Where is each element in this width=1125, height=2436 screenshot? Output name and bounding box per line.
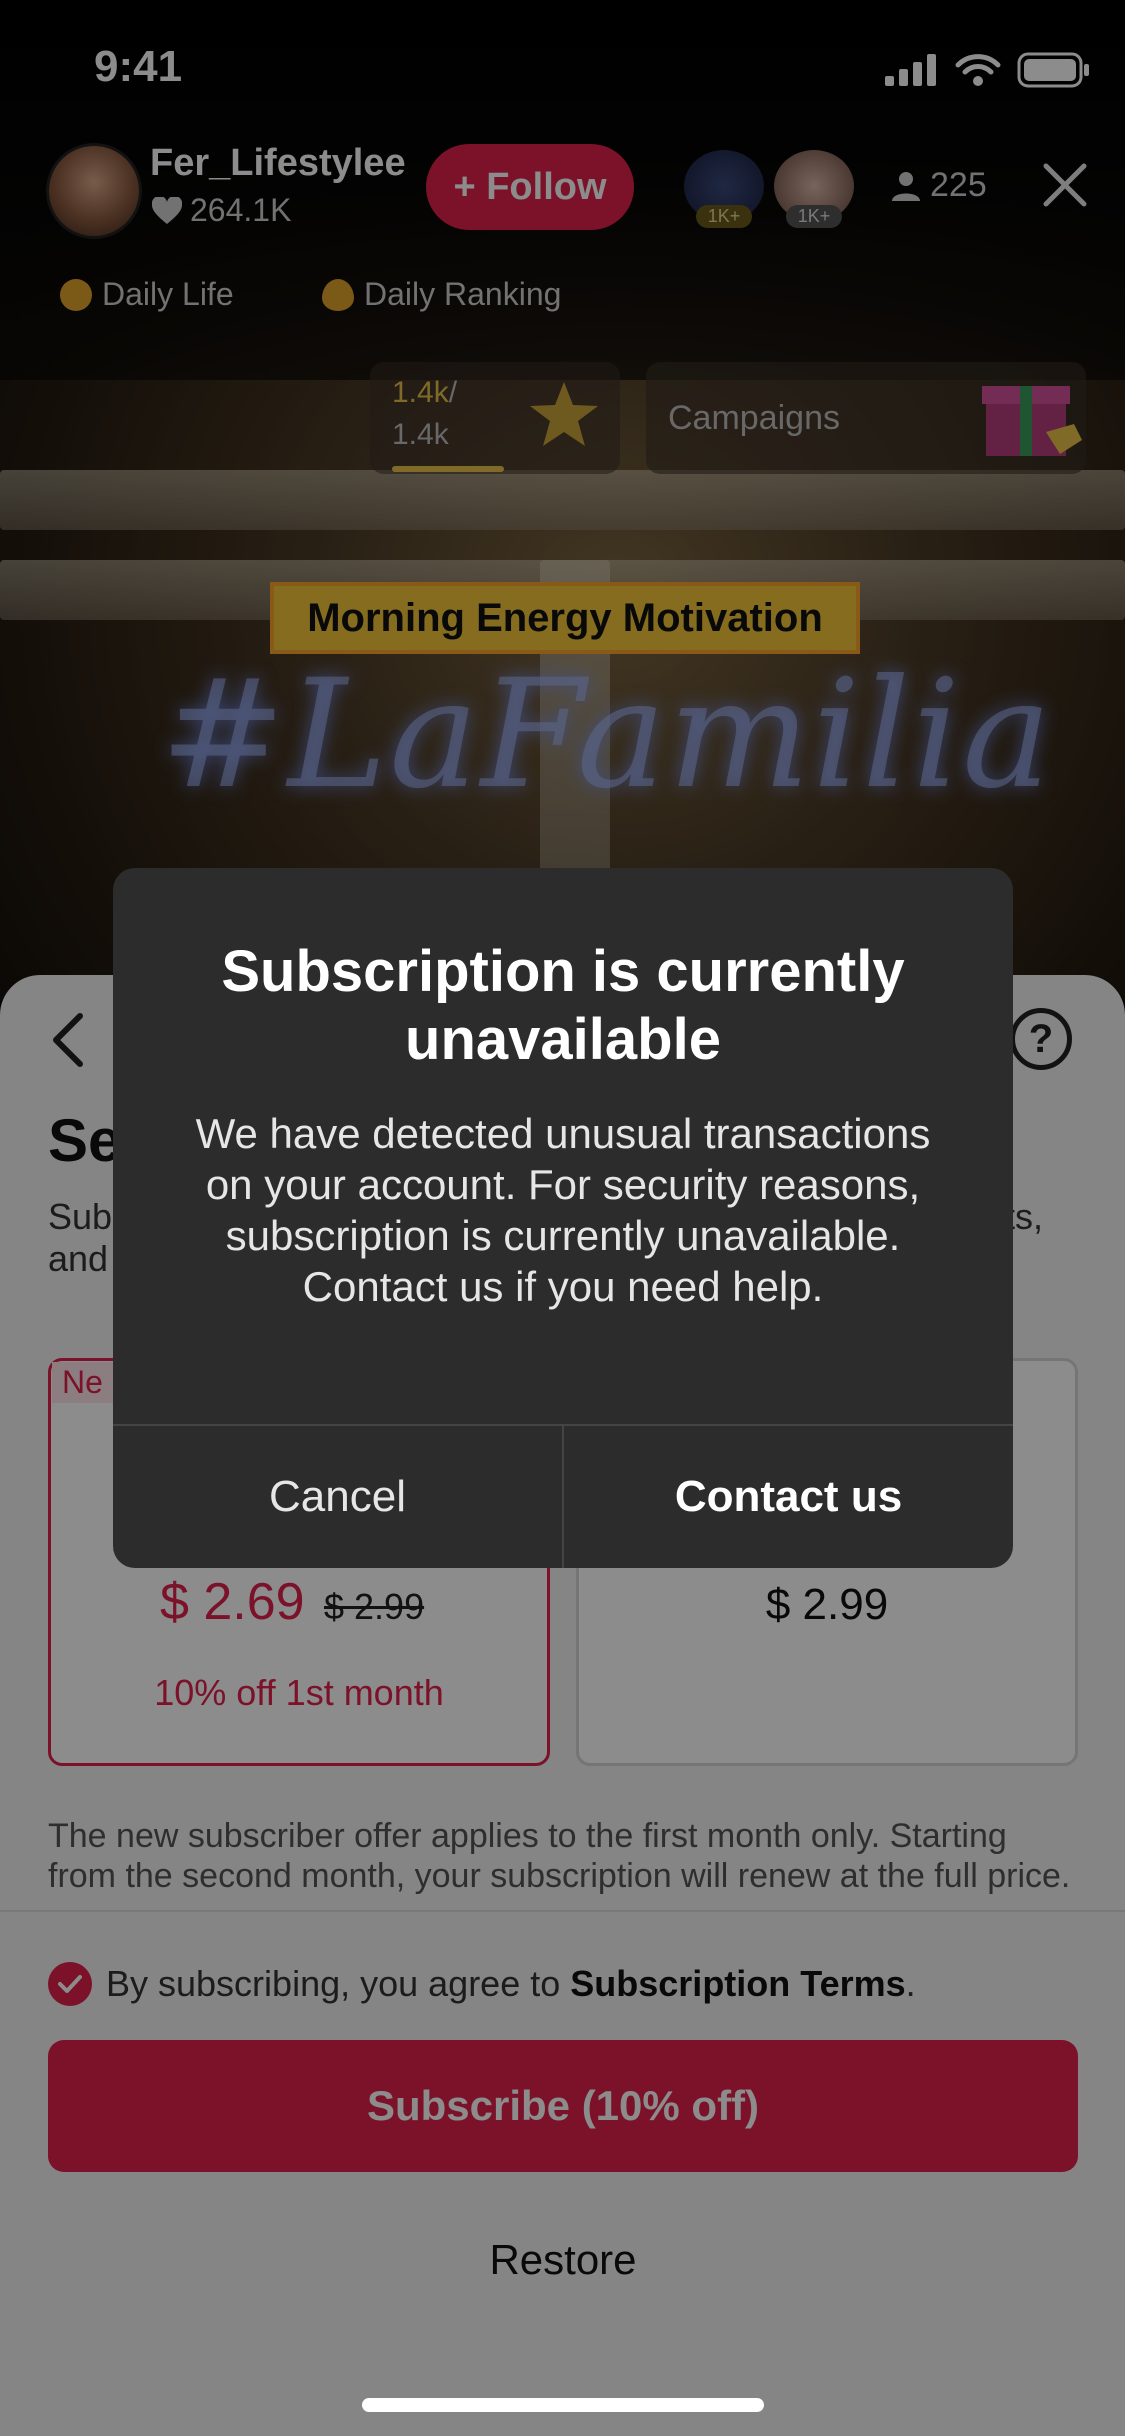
contact-us-button[interactable]: Contact us (564, 1426, 1013, 1568)
dialog-message: We have detected unusual transactions on… (195, 1110, 931, 1310)
home-indicator[interactable] (362, 2398, 764, 2412)
unavailable-dialog: Subscription is currently unavailable We… (113, 868, 1013, 1568)
dialog-title: Subscription is currently unavailable (221, 939, 905, 1072)
cancel-button[interactable]: Cancel (113, 1426, 562, 1568)
